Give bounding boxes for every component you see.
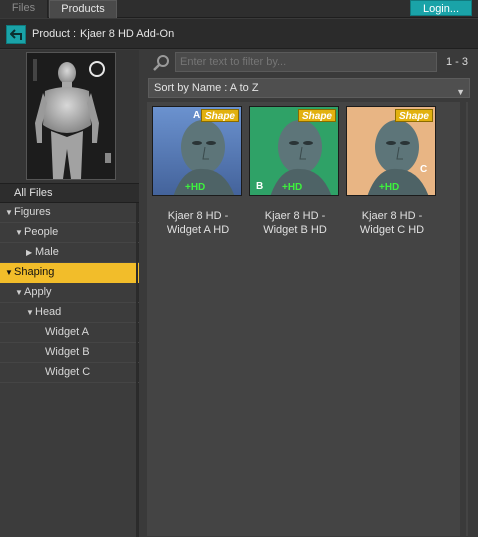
tree-item-label: Widget B xyxy=(45,346,90,358)
left-panel-scrollbar[interactable] xyxy=(136,203,138,537)
expanded-triangle-icon[interactable]: ▼ xyxy=(5,203,14,222)
product-title: Kjaer 8 HD - Widget C HD xyxy=(340,209,444,237)
search-icon[interactable] xyxy=(152,54,170,72)
tree-item-figures[interactable]: ▼Figures xyxy=(0,203,139,223)
back-arrow-icon xyxy=(10,29,22,40)
product-card-image: Shape C +HD xyxy=(346,106,436,196)
tree-item-label: Widget A xyxy=(45,326,90,338)
tree-item-widget-a[interactable]: Widget A xyxy=(0,323,139,343)
dropdown-arrow-icon: ▼ xyxy=(456,87,465,97)
tree-item-head[interactable]: ▼Head xyxy=(0,303,139,323)
left-panel: All Files ▼Figures ▼People ▶ Male ▼Shapin… xyxy=(0,50,139,537)
product-title-line2: Widget A HD xyxy=(166,224,230,236)
product-title: Kjaer 8 HD - Widget B HD xyxy=(243,209,347,237)
product-title-line1: Kjaer 8 HD - xyxy=(167,210,229,222)
tree-item-male[interactable]: ▶ Male xyxy=(0,243,139,263)
hd-badge: +HD xyxy=(379,182,400,193)
tree-item-shaping[interactable]: ▼Shaping xyxy=(0,263,139,283)
product-card-widget-a[interactable]: Shape A +HD Kjaer 8 HD - Widget A HD xyxy=(152,106,244,236)
tree-item-apply[interactable]: ▼Apply xyxy=(0,283,139,303)
variant-letter: C xyxy=(420,164,428,175)
variant-letter: A xyxy=(193,110,201,121)
sort-dropdown[interactable]: Sort by Name : A to Z ▼ xyxy=(148,78,470,98)
shape-badge: Shape xyxy=(395,109,433,122)
product-title-line2: Widget C HD xyxy=(359,224,425,236)
product-card-widget-b[interactable]: Shape B +HD Kjaer 8 HD - Widget B HD xyxy=(249,106,341,236)
result-count: 1 - 3 xyxy=(445,56,468,68)
content-panel: 1 - 3 Sort by Name : A to Z ▼ Shape A xyxy=(140,50,478,537)
all-files-item[interactable]: All Files xyxy=(0,183,139,203)
tree-item-widget-c[interactable]: Widget C xyxy=(0,363,139,383)
product-title: Kjaer 8 HD - Widget A HD xyxy=(146,209,250,237)
figure-thumbnail-image xyxy=(27,53,115,179)
product-grid: Shape A +HD Kjaer 8 HD - Widget A HD Sha… xyxy=(147,102,468,536)
category-tree: ▼Figures ▼People ▶ Male ▼Shaping ▼Apply ▼… xyxy=(0,203,139,383)
login-button[interactable]: Login... xyxy=(410,0,472,16)
tree-item-label: Figures xyxy=(14,206,51,218)
shape-badge: Shape xyxy=(201,109,239,122)
back-button[interactable] xyxy=(6,25,26,44)
sort-label: Sort by Name : A to Z xyxy=(154,82,259,94)
shape-badge: Shape xyxy=(298,109,336,122)
product-header: Product : Kjaer 8 HD Add-On xyxy=(0,19,478,49)
hd-badge: +HD xyxy=(185,182,206,193)
product-prefix: Product : xyxy=(32,28,77,40)
tree-item-label: Male xyxy=(35,246,59,258)
filter-input[interactable] xyxy=(175,52,437,72)
product-title-line2: Widget B HD xyxy=(263,224,327,236)
collapsed-triangle-icon[interactable]: ▶ xyxy=(26,243,35,262)
tree-item-label: Widget C xyxy=(45,366,91,378)
tab-products[interactable]: Products xyxy=(49,0,117,18)
tree-item-widget-b[interactable]: Widget B xyxy=(0,343,139,363)
product-title-line1: Kjaer 8 HD - xyxy=(264,210,326,222)
product-card-widget-c[interactable]: Shape C +HD Kjaer 8 HD - Widget C HD xyxy=(346,106,438,236)
tab-bar: Files Products Login... xyxy=(0,0,478,18)
expanded-triangle-icon[interactable]: ▼ xyxy=(15,223,24,242)
filter-row: 1 - 3 xyxy=(140,50,478,76)
product-thumbnail-area xyxy=(0,50,139,183)
tree-item-label: People xyxy=(24,226,59,238)
tree-item-label: Head xyxy=(35,306,62,318)
hd-badge: +HD xyxy=(282,182,303,193)
product-card-image: Shape A +HD xyxy=(152,106,242,196)
product-card-image: Shape B +HD xyxy=(249,106,339,196)
expanded-triangle-icon[interactable]: ▼ xyxy=(26,303,35,322)
grid-scrollbar[interactable] xyxy=(460,102,466,536)
tree-item-people[interactable]: ▼People xyxy=(0,223,139,243)
product-label: Product : Kjaer 8 HD Add-On xyxy=(32,28,174,40)
tab-files[interactable]: Files xyxy=(0,0,48,18)
expanded-triangle-icon[interactable]: ▼ xyxy=(5,263,14,282)
product-title-line1: Kjaer 8 HD - xyxy=(361,210,423,222)
tree-item-label: Shaping xyxy=(14,266,55,278)
expanded-triangle-icon[interactable]: ▼ xyxy=(15,283,24,302)
product-name: Kjaer 8 HD Add-On xyxy=(80,28,175,40)
tree-item-label: Apply xyxy=(24,286,52,298)
product-thumbnail[interactable] xyxy=(26,52,116,180)
variant-letter: B xyxy=(256,181,264,192)
